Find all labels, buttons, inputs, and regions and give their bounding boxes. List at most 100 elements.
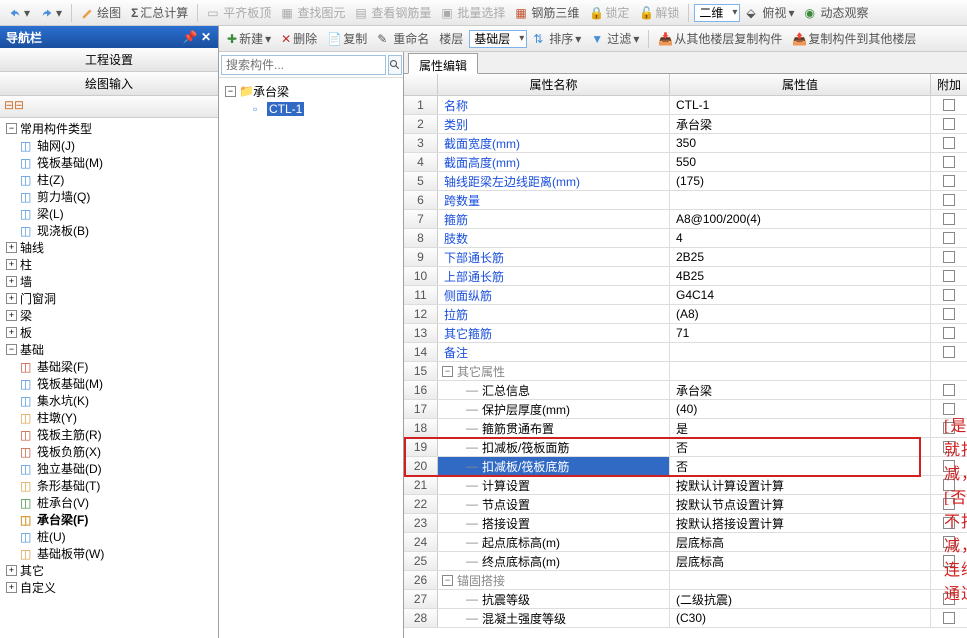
- prop-row-15[interactable]: 15 −其它属性: [404, 362, 967, 381]
- tree-item-common-4[interactable]: ◫梁(L): [2, 205, 216, 222]
- tree-item-common-1[interactable]: ◫筏板基础(M): [2, 154, 216, 171]
- prop-value[interactable]: 4: [670, 229, 931, 247]
- prop-row-22[interactable]: 22 —节点设置 按默认节点设置计算: [404, 495, 967, 514]
- toolbar-flat-top[interactable]: ▭平齐板顶: [203, 2, 275, 23]
- prop-extra[interactable]: [931, 248, 967, 266]
- collapse-icon[interactable]: −: [442, 366, 453, 377]
- checkbox[interactable]: [943, 555, 955, 567]
- rename-button[interactable]: ✎重命名: [373, 28, 433, 49]
- tree-item-base-6[interactable]: ◫独立基础(D): [2, 460, 216, 477]
- prop-row-17[interactable]: 17 —保护层厚度(mm) (40): [404, 400, 967, 419]
- prop-value[interactable]: [670, 362, 931, 380]
- toolbar-undo[interactable]: ▾: [4, 4, 34, 22]
- prop-value[interactable]: (C30): [670, 609, 931, 627]
- prop-row-19[interactable]: 19 —扣减板/筏板面筋 否: [404, 438, 967, 457]
- checkbox[interactable]: [943, 270, 955, 282]
- prop-value[interactable]: 承台梁: [670, 115, 931, 133]
- prop-extra[interactable]: [931, 609, 967, 627]
- expand-icon[interactable]: +: [6, 242, 17, 253]
- prop-row-10[interactable]: 10 上部通长筋 4B25: [404, 267, 967, 286]
- checkbox[interactable]: [943, 232, 955, 244]
- tree-group-other[interactable]: +其它: [2, 562, 216, 579]
- prop-extra[interactable]: [931, 552, 967, 570]
- tree-item-base-5[interactable]: ◫筏板负筋(X): [2, 443, 216, 460]
- expand-icon[interactable]: +: [6, 327, 17, 338]
- tree-group-door[interactable]: +门窗洞: [2, 290, 216, 307]
- tree-item-base-3[interactable]: ◫柱墩(Y): [2, 409, 216, 426]
- toolbar-draw[interactable]: 绘图: [77, 2, 125, 23]
- floor-combo[interactable]: 基础层: [469, 30, 527, 48]
- tree-node-child[interactable]: ▫ CTL-1: [223, 100, 399, 118]
- toolbar-unlock[interactable]: 🔓解锁: [635, 2, 683, 23]
- checkbox[interactable]: [943, 384, 955, 396]
- prop-row-18[interactable]: 18 —箍筋贯通布置 是: [404, 419, 967, 438]
- nav-section-draw[interactable]: 绘图输入: [0, 72, 218, 96]
- view2d-combo[interactable]: 二维: [694, 4, 740, 22]
- prop-value[interactable]: 层底标高: [670, 552, 931, 570]
- checkbox[interactable]: [943, 308, 955, 320]
- prop-extra[interactable]: [931, 514, 967, 532]
- prop-value[interactable]: (40): [670, 400, 931, 418]
- prop-value[interactable]: 按默认搭接设置计算: [670, 514, 931, 532]
- search-button[interactable]: [388, 55, 402, 75]
- prop-extra[interactable]: [931, 305, 967, 323]
- prop-value[interactable]: CTL-1: [670, 96, 931, 114]
- prop-extra[interactable]: [931, 419, 967, 437]
- expand-icon[interactable]: +: [6, 259, 17, 270]
- tree-item-base-11[interactable]: ◫基础板带(W): [2, 545, 216, 562]
- prop-row-23[interactable]: 23 —搭接设置 按默认搭接设置计算: [404, 514, 967, 533]
- prop-row-20[interactable]: 20 —扣减板/筏板底筋 否: [404, 457, 967, 476]
- prop-extra[interactable]: [931, 172, 967, 190]
- prop-row-11[interactable]: 11 侧面纵筋 G4C14: [404, 286, 967, 305]
- nav-section-project[interactable]: 工程设置: [0, 48, 218, 72]
- prop-extra[interactable]: [931, 324, 967, 342]
- prop-extra[interactable]: [931, 457, 967, 475]
- copy-to-button[interactable]: 📤复制构件到其他楼层: [788, 28, 920, 49]
- toolbar-batch-sel[interactable]: ▣批量选择: [437, 2, 509, 23]
- toolbar-lock[interactable]: 🔒锁定: [585, 2, 633, 23]
- prop-extra[interactable]: [931, 495, 967, 513]
- prop-row-16[interactable]: 16 —汇总信息 承台梁: [404, 381, 967, 400]
- prop-extra[interactable]: [931, 381, 967, 399]
- prop-row-26[interactable]: 26 −锚固搭接: [404, 571, 967, 590]
- prop-value[interactable]: 2B25: [670, 248, 931, 266]
- prop-extra[interactable]: [931, 134, 967, 152]
- sort-button[interactable]: ⇅排序▾: [529, 28, 585, 49]
- checkbox[interactable]: [943, 327, 955, 339]
- tree-group-pillar[interactable]: +柱: [2, 256, 216, 273]
- prop-value[interactable]: 否: [670, 438, 931, 456]
- tree-item-common-5[interactable]: ◫现浇板(B): [2, 222, 216, 239]
- checkbox[interactable]: [943, 441, 955, 453]
- checkbox[interactable]: [943, 289, 955, 301]
- prop-value[interactable]: (二级抗震): [670, 590, 931, 608]
- pin-icon[interactable]: 📌: [184, 31, 196, 43]
- collapse-icon[interactable]: −: [225, 86, 236, 97]
- tree-group-axis[interactable]: +轴线: [2, 239, 216, 256]
- toolbar-rebar3d[interactable]: ▦钢筋三维: [511, 2, 583, 23]
- prop-extra[interactable]: [931, 115, 967, 133]
- prop-row-13[interactable]: 13 其它箍筋 71: [404, 324, 967, 343]
- prop-value[interactable]: 350: [670, 134, 931, 152]
- copy-button[interactable]: 📄复制: [323, 28, 371, 49]
- new-button[interactable]: ✚ 新建▾: [223, 28, 275, 49]
- prop-extra[interactable]: [931, 533, 967, 551]
- tree-item-base-10[interactable]: ◫桩(U): [2, 528, 216, 545]
- checkbox[interactable]: [943, 156, 955, 168]
- search-input[interactable]: [221, 55, 386, 75]
- tree-item-common-0[interactable]: ◫轴网(J): [2, 137, 216, 154]
- prop-row-12[interactable]: 12 拉筋 (A8): [404, 305, 967, 324]
- prop-extra[interactable]: [931, 153, 967, 171]
- prop-extra[interactable]: [931, 438, 967, 456]
- tree-group-board[interactable]: +板: [2, 324, 216, 341]
- expand-icon[interactable]: +: [6, 582, 17, 593]
- prop-row-21[interactable]: 21 —计算设置 按默认计算设置计算: [404, 476, 967, 495]
- prop-extra[interactable]: [931, 571, 967, 589]
- toolbar-bird[interactable]: ⬙俯视▾: [742, 2, 798, 23]
- prop-row-14[interactable]: 14 备注: [404, 343, 967, 362]
- prop-value[interactable]: A8@100/200(4): [670, 210, 931, 228]
- prop-row-3[interactable]: 3 截面宽度(mm) 350: [404, 134, 967, 153]
- prop-row-24[interactable]: 24 —起点底标高(m) 层底标高: [404, 533, 967, 552]
- checkbox[interactable]: [943, 251, 955, 263]
- prop-row-2[interactable]: 2 类别 承台梁: [404, 115, 967, 134]
- prop-value[interactable]: 550: [670, 153, 931, 171]
